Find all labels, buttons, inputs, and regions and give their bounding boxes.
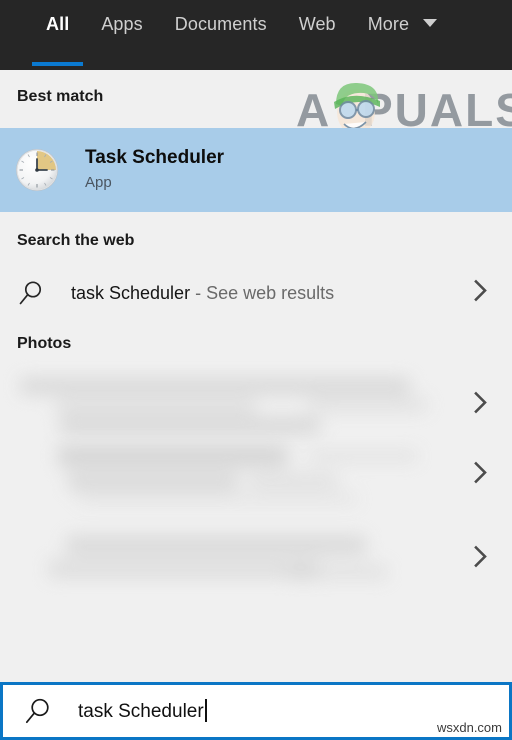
tab-more[interactable]: More	[352, 0, 454, 70]
redacted-content	[8, 530, 432, 588]
redacted-content	[8, 446, 432, 504]
chevron-right-icon[interactable]	[472, 390, 490, 421]
list-item[interactable]	[0, 370, 512, 440]
clock-icon	[14, 147, 60, 193]
tab-apps-label: Apps	[101, 14, 143, 34]
list-item[interactable]	[0, 524, 512, 594]
best-match-title: Task Scheduler	[85, 147, 225, 168]
search-filter-tabbar: All Apps Documents Web More	[0, 0, 512, 70]
best-match-section-header: Best match	[17, 88, 104, 105]
search-input[interactable]: task Scheduler	[78, 699, 207, 723]
tab-more-label: More	[367, 14, 410, 34]
tab-web-label: Web	[298, 14, 336, 34]
active-tab-indicator	[32, 62, 84, 66]
search-the-web-section-header: Search the web	[17, 232, 135, 249]
chevron-right-icon[interactable]	[472, 278, 490, 309]
chevron-right-icon[interactable]	[472, 460, 490, 491]
best-match-subtitle: App	[85, 174, 112, 191]
web-result-row[interactable]: task Scheduler - See web results	[0, 268, 512, 318]
tab-documents[interactable]: Documents	[159, 0, 283, 70]
taskbar-search-box[interactable]: task Scheduler wsxdn.com	[0, 682, 512, 740]
text-cursor	[204, 699, 207, 722]
tab-all[interactable]: All	[30, 0, 85, 70]
web-result-query: task Scheduler	[71, 282, 191, 303]
best-match-result-task-scheduler[interactable]: Task Scheduler App	[0, 128, 512, 212]
list-item[interactable]	[0, 440, 512, 510]
redacted-content	[8, 376, 432, 434]
web-result-suffix: - See web results	[190, 282, 335, 303]
tab-documents-label: Documents	[174, 14, 267, 34]
site-watermark: wsxdn.com	[436, 720, 502, 735]
chevron-down-icon	[423, 19, 438, 27]
tab-all-label: All	[46, 14, 70, 34]
photos-section-header: Photos	[17, 335, 72, 352]
search-icon	[15, 697, 61, 725]
tab-apps[interactable]: Apps	[85, 0, 158, 70]
search-icon	[8, 280, 54, 306]
chevron-right-icon[interactable]	[472, 544, 490, 575]
web-result-label: task Scheduler - See web results	[71, 283, 334, 304]
best-match-text-block: Task Scheduler App	[85, 147, 224, 193]
windows-search-panel: All Apps Documents Web More A PUALS Best…	[0, 0, 512, 740]
tab-web[interactable]: Web	[283, 0, 352, 70]
search-input-value: task Scheduler	[78, 701, 204, 722]
